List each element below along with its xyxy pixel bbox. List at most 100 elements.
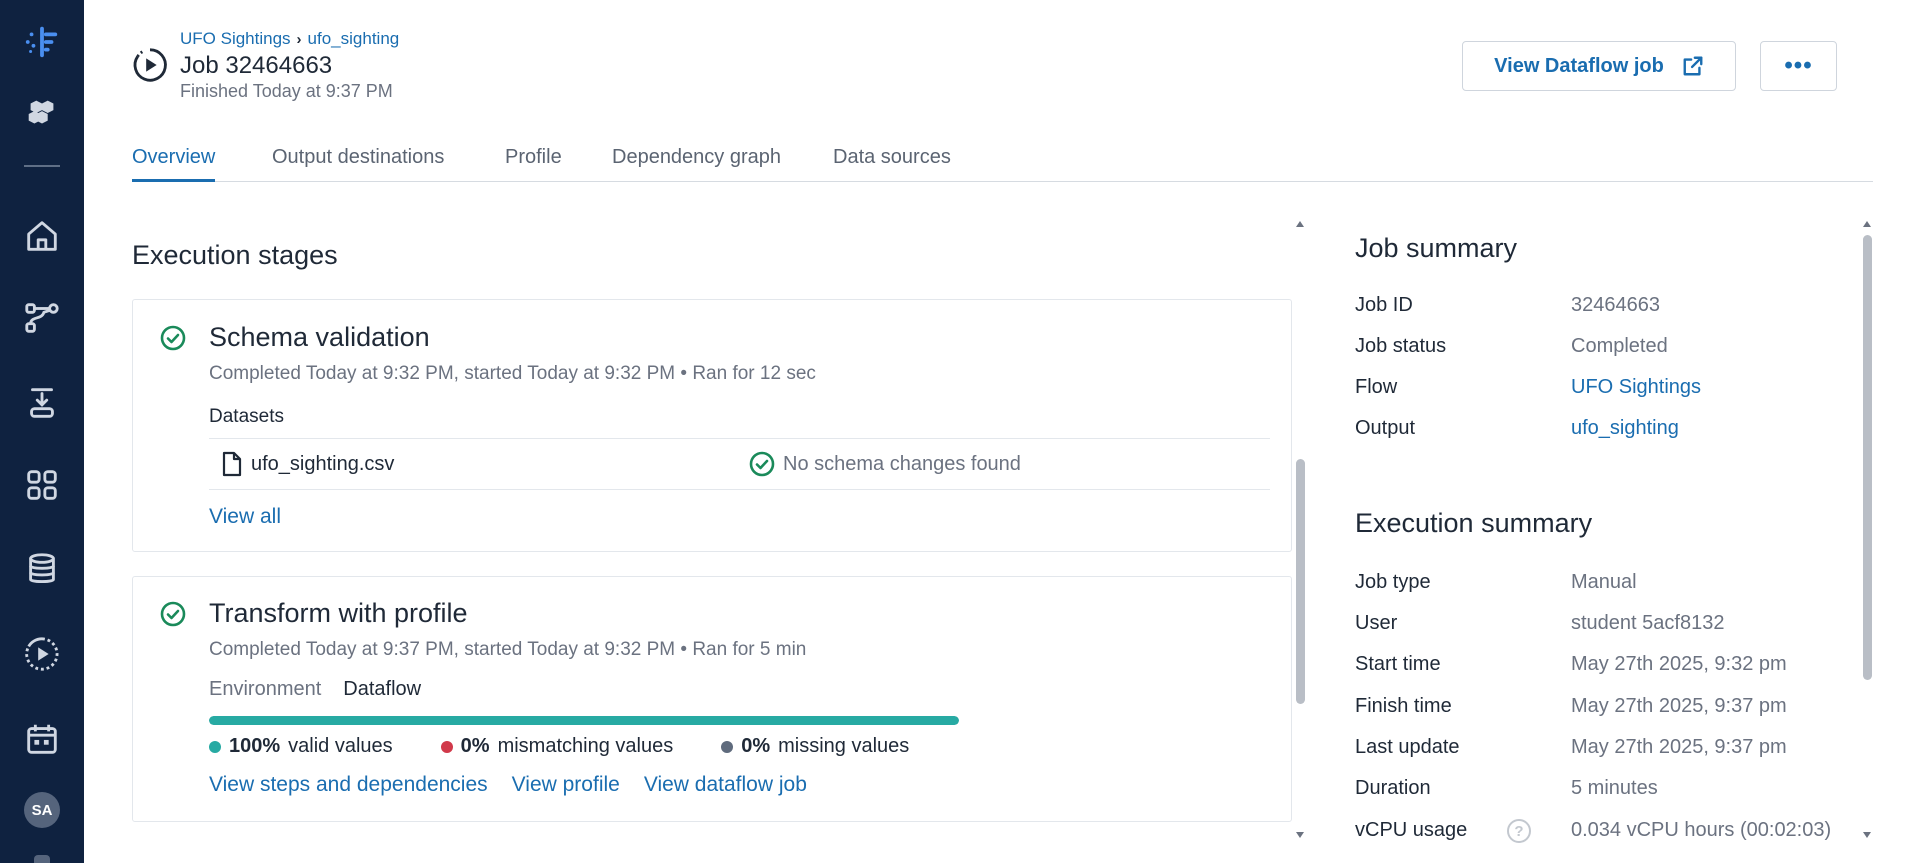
jobs-icon[interactable] — [0, 624, 84, 684]
row-value: May 27th 2025, 9:32 pm — [1571, 653, 1787, 675]
row-key: Job type — [1355, 571, 1431, 593]
job-summary-heading: Job summary — [1355, 233, 1518, 263]
flow-icon[interactable] — [0, 288, 84, 348]
valid-values-fill — [209, 716, 959, 725]
library-icon[interactable] — [0, 455, 84, 515]
row-value: 32464663 — [1571, 294, 1660, 316]
row-value: May 27th 2025, 9:37 pm — [1571, 695, 1787, 717]
dataset-file-name: ufo_sighting.csv — [251, 452, 395, 475]
scroll-up-icon[interactable] — [1296, 221, 1304, 227]
job-finished-subtitle: Finished Today at 9:37 PM — [180, 81, 393, 101]
summary-row-output: Output ufo_sighting — [1355, 417, 1865, 451]
dataset-schema-status: No schema changes found — [749, 451, 1021, 477]
hex-cluster-icon[interactable] — [0, 83, 84, 143]
row-value: May 27th 2025, 9:37 pm — [1571, 736, 1787, 758]
view-profile-link[interactable]: View profile — [512, 773, 620, 797]
scroll-up-icon[interactable] — [1863, 221, 1871, 227]
stage-meta: Completed Today at 9:32 PM, started Toda… — [209, 363, 816, 384]
breadcrumb-flow-link[interactable]: UFO Sightings — [180, 29, 291, 49]
success-check-icon — [160, 601, 186, 627]
view-all-datasets-link[interactable]: View all — [209, 505, 281, 529]
tab-profile[interactable]: Profile — [505, 146, 562, 182]
summary-row-user: User student 5acf8132 — [1355, 612, 1865, 646]
success-check-icon — [749, 451, 775, 477]
summary-scrollbar-thumb[interactable] — [1863, 235, 1872, 680]
row-key: Finish time — [1355, 695, 1452, 717]
page-title: Job 32464663 — [180, 52, 333, 79]
external-link-icon — [1683, 56, 1703, 76]
execution-summary-heading: Execution summary — [1355, 508, 1593, 538]
row-key: Output — [1355, 417, 1416, 439]
profile-quality-bar — [209, 716, 959, 725]
flow-link[interactable]: UFO Sightings — [1571, 376, 1701, 399]
legend-mismatch-label: mismatching values — [497, 735, 674, 757]
environment-row: Environment Dataflow — [209, 678, 421, 701]
scroll-down-icon[interactable] — [1296, 832, 1304, 838]
import-icon[interactable] — [0, 373, 84, 433]
home-icon[interactable] — [0, 206, 84, 266]
stage-title: Schema validation — [209, 322, 430, 352]
chevron-right-icon: › — [296, 30, 302, 48]
database-icon[interactable] — [0, 539, 84, 599]
breadcrumb: UFO Sightings › ufo_sighting — [180, 29, 399, 49]
legend-missing-pct: 0% — [741, 735, 771, 757]
stage-title: Transform with profile — [209, 598, 468, 628]
summary-row-flow: Flow UFO Sightings — [1355, 376, 1865, 410]
row-value: Completed — [1571, 335, 1668, 357]
tab-output-destinations[interactable]: Output destinations — [272, 146, 444, 182]
view-dataflow-job-link[interactable]: View dataflow job — [644, 773, 807, 797]
nav-separator — [24, 165, 60, 167]
row-key: Job ID — [1355, 294, 1413, 316]
legend-missing: 0% missing values — [721, 735, 909, 758]
summary-row-start-time: Start time May 27th 2025, 9:32 pm — [1355, 653, 1865, 687]
calendar-icon[interactable] — [0, 709, 84, 769]
main-scrollbar[interactable] — [1293, 221, 1307, 838]
summary-row-job-type: Job type Manual — [1355, 571, 1865, 605]
breadcrumb-output-link[interactable]: ufo_sighting — [308, 29, 400, 49]
tab-data-sources[interactable]: Data sources — [833, 146, 951, 182]
dataset-row: ufo_sighting.csv No schema changes found — [209, 438, 1270, 490]
row-key: Duration — [1355, 777, 1431, 799]
tab-dependency-graph[interactable]: Dependency graph — [612, 146, 781, 182]
output-link[interactable]: ufo_sighting — [1571, 417, 1679, 440]
row-key: Last update — [1355, 736, 1460, 758]
summary-row-last-update: Last update May 27th 2025, 9:37 pm — [1355, 736, 1865, 770]
legend-mismatch-pct: 0% — [460, 735, 490, 757]
row-key: User — [1355, 612, 1398, 634]
summary-row-finish-time: Finish time May 27th 2025, 9:37 pm — [1355, 695, 1865, 729]
view-dataflow-job-button[interactable]: View Dataflow job — [1462, 41, 1736, 91]
legend-valid-label: valid values — [288, 735, 393, 757]
row-key: vCPU usage — [1355, 819, 1468, 841]
dataset-file: ufo_sighting.csv — [221, 451, 394, 477]
tab-overview[interactable]: Overview — [132, 146, 216, 182]
logo-icon[interactable] — [0, 12, 84, 72]
summary-row-job-id: Job ID 32464663 — [1355, 294, 1865, 328]
view-steps-dependencies-link[interactable]: View steps and dependencies — [209, 773, 488, 797]
legend-valid-pct: 100% — [229, 735, 281, 757]
legend-missing-label: missing values — [778, 735, 910, 757]
summary-row-duration: Duration 5 minutes — [1355, 777, 1865, 811]
stage-card-transform-with-profile: Transform with profile Completed Today a… — [132, 576, 1292, 822]
user-avatar[interactable]: SA — [24, 792, 60, 828]
summary-scrollbar[interactable] — [1860, 221, 1874, 838]
dataset-status-text: No schema changes found — [783, 452, 1021, 475]
row-value: 0.034 vCPU hours (00:02:03) — [1571, 819, 1832, 841]
environment-label: Environment — [209, 678, 322, 700]
success-check-icon — [160, 325, 186, 351]
legend-valid: 100% valid values — [209, 735, 393, 758]
valid-dot-icon — [209, 740, 221, 753]
more-options-button[interactable]: ••• — [1760, 41, 1837, 91]
left-nav-rail: SA — [0, 0, 84, 863]
view-dataflow-job-label: View Dataflow job — [1494, 54, 1664, 77]
job-run-icon — [133, 48, 167, 82]
datasets-label: Datasets — [209, 406, 284, 427]
scroll-down-icon[interactable] — [1863, 832, 1871, 838]
stage-links: View steps and dependencies View profile… — [209, 773, 807, 797]
main-scrollbar-thumb[interactable] — [1296, 459, 1305, 704]
legend-mismatching: 0% mismatching values — [440, 735, 674, 758]
quality-legend: 100% valid values 0% mismatching values … — [209, 735, 909, 758]
summary-row-vcpu-usage: vCPU usage ? 0.034 vCPU hours (00:02:03) — [1355, 819, 1865, 853]
help-icon[interactable]: ? — [1507, 819, 1531, 843]
execution-stages-heading: Execution stages — [132, 240, 338, 270]
row-key: Job status — [1355, 335, 1447, 357]
